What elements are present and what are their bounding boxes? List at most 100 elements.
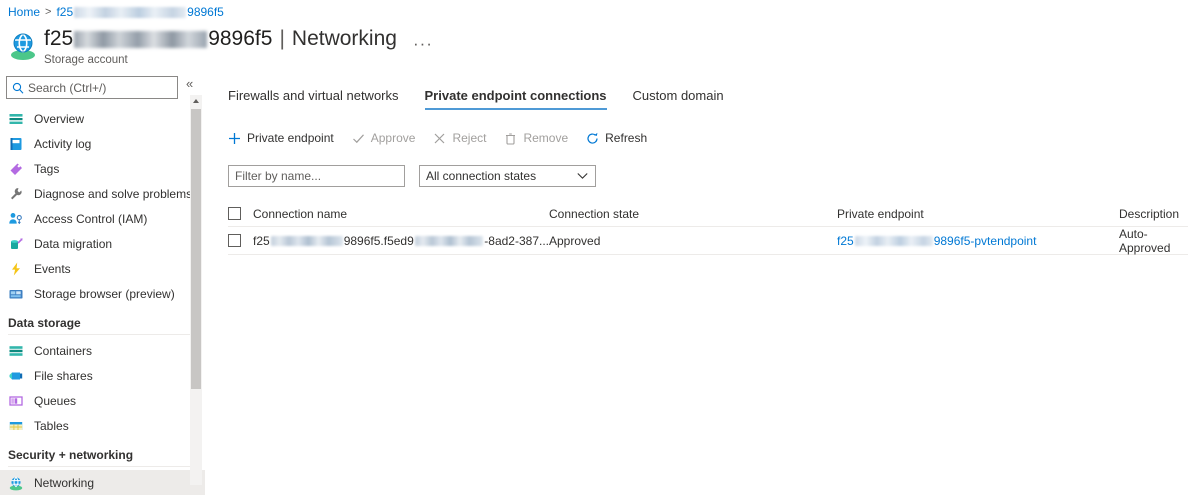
tags-icon: [8, 161, 24, 177]
private-endpoint-suffix: 9896f5-pvtendpoint: [933, 233, 1037, 248]
plus-icon: [228, 132, 241, 145]
reject-button[interactable]: Reject: [433, 131, 486, 145]
page-title-prefix: f25: [44, 27, 74, 50]
azure-portal-page: Home > f25 9896f5 f25 9896f5 | Networking …: [0, 0, 1200, 503]
x-icon: [433, 132, 446, 145]
tab-custom-domain[interactable]: Custom domain: [633, 88, 724, 110]
page-title-suffix: 9896f5: [208, 27, 273, 50]
toolbar-label: Approve: [370, 131, 416, 145]
sidebar-item-access-control-iam[interactable]: Access Control (IAM): [0, 206, 205, 231]
sidebar: Overview Activity log: [0, 72, 205, 503]
filter-by-name-input[interactable]: [228, 165, 405, 187]
private-endpoint-button[interactable]: Private endpoint: [228, 131, 334, 145]
sidebar-item-label: Queues: [34, 393, 77, 408]
redacted-text: [270, 235, 343, 246]
breadcrumb: Home > f25 9896f5: [8, 5, 224, 19]
sidebar-item-diagnose-and-solve-problems[interactable]: Diagnose and solve problems: [0, 181, 205, 206]
sidebar-item-label: Tags: [34, 161, 60, 176]
storage-account-icon: [8, 30, 38, 60]
toolbar-label: Refresh: [605, 131, 648, 145]
sidebar-item-label: File shares: [34, 368, 93, 383]
sidebar-item-events[interactable]: Events: [0, 256, 205, 281]
sidebar-item-data-migration[interactable]: Data migration: [0, 231, 205, 256]
scroll-up-button[interactable]: [190, 95, 202, 107]
sidebar-group-title: Security + networking: [8, 448, 134, 462]
diagnose-icon: [8, 186, 24, 202]
select-all-checkbox[interactable]: [228, 207, 241, 220]
column-header-description[interactable]: Description: [1119, 207, 1188, 221]
sidebar-item-containers[interactable]: Containers: [0, 338, 205, 363]
sidebar-item-storage-browser[interactable]: Storage browser (preview): [0, 281, 205, 306]
private-endpoint-connections-table: Connection name Connection state Private…: [228, 201, 1188, 255]
overview-icon: [8, 111, 24, 127]
divider: [8, 334, 195, 335]
scrollbar-thumb[interactable]: [191, 109, 201, 389]
queues-icon: [8, 393, 24, 409]
collapse-sidebar-button[interactable]: «: [186, 76, 193, 91]
trash-icon: [504, 132, 517, 145]
sidebar-item-label: Access Control (IAM): [34, 211, 148, 226]
cell-description: Auto-Approved: [1119, 226, 1171, 255]
sidebar-item-activity-log[interactable]: Activity log: [0, 131, 205, 156]
connection-name-prefix: f25: [253, 233, 270, 248]
tab-bar: Firewalls and virtual networks Private e…: [228, 82, 1200, 110]
search-input[interactable]: [28, 80, 166, 95]
sidebar-search[interactable]: [6, 76, 178, 99]
search-icon: [7, 82, 24, 94]
sidebar-item-tables[interactable]: Tables: [0, 413, 205, 438]
column-header-connection-state[interactable]: Connection state: [549, 207, 837, 221]
refresh-icon: [586, 132, 599, 145]
private-endpoint-link[interactable]: f25 9896f5-pvtendpoint: [837, 234, 1036, 248]
connection-state-selected-value: All connection states: [426, 169, 537, 183]
page-header: f25 9896f5 | Networking ··· Storage accou…: [8, 26, 433, 66]
sidebar-item-tags[interactable]: Tags: [0, 156, 205, 181]
sidebar-item-queues[interactable]: Queues: [0, 388, 205, 413]
tab-label: Custom domain: [632, 88, 724, 103]
tab-label: Firewalls and virtual networks: [228, 88, 399, 103]
sidebar-scrollbar[interactable]: [190, 95, 202, 485]
column-header-connection-name[interactable]: Connection name: [253, 207, 549, 221]
sidebar-item-networking[interactable]: Networking: [0, 470, 205, 495]
column-header-private-endpoint[interactable]: Private endpoint: [837, 207, 1119, 221]
row-checkbox[interactable]: [228, 234, 241, 247]
cell-private-endpoint: f25 9896f5-pvtendpoint: [837, 234, 1119, 248]
activity-log-icon: [8, 136, 24, 152]
sidebar-item-label: Activity log: [34, 136, 92, 151]
storage-browser-icon: [8, 286, 24, 302]
filter-bar: All connection states: [228, 165, 1200, 187]
divider: [8, 466, 195, 467]
sidebar-item-label: Diagnose and solve problems: [34, 186, 193, 201]
command-bar: Private endpoint Approve Reject Remove R…: [228, 128, 1200, 148]
check-icon: [352, 132, 365, 145]
breadcrumb-resource-prefix: f25: [56, 5, 74, 19]
sidebar-item-label: Tables: [34, 418, 69, 433]
table-row[interactable]: f25 9896f5.f5ed9 -8ad2-387... Approved f25…: [228, 227, 1188, 255]
private-endpoint-prefix: f25: [837, 233, 854, 248]
remove-button[interactable]: Remove: [504, 131, 568, 145]
sidebar-item-overview[interactable]: Overview: [0, 106, 205, 131]
chevron-down-icon: [577, 173, 588, 180]
tab-private-endpoint-connections[interactable]: Private endpoint connections: [424, 88, 607, 110]
refresh-button[interactable]: Refresh: [586, 131, 647, 145]
approve-button[interactable]: Approve: [352, 131, 416, 145]
networking-icon: [8, 475, 24, 491]
data-migration-icon: [8, 236, 24, 252]
more-options-button[interactable]: ···: [413, 35, 433, 52]
breadcrumb-resource[interactable]: f25 9896f5: [56, 5, 223, 19]
sidebar-item-file-shares[interactable]: File shares: [0, 363, 205, 388]
toolbar-label: Remove: [523, 131, 569, 145]
tables-icon: [8, 418, 24, 434]
sidebar-group-title: Data storage: [8, 316, 81, 330]
main-content: Firewalls and virtual networks Private e…: [228, 82, 1200, 255]
redacted-text: [414, 235, 484, 246]
breadcrumb-separator: >: [45, 6, 52, 18]
file-shares-icon: [8, 368, 24, 384]
table-header-row: Connection name Connection state Private…: [228, 201, 1188, 227]
access-control-icon: [8, 211, 24, 227]
redacted-text: [854, 236, 933, 247]
tab-firewalls-and-virtual-networks[interactable]: Firewalls and virtual networks: [228, 88, 399, 110]
connection-state-select[interactable]: All connection states: [419, 165, 596, 187]
page-title: f25 9896f5 | Networking ···: [44, 26, 433, 52]
breadcrumb-home[interactable]: Home: [8, 5, 40, 19]
sidebar-nav-list: Overview Activity log Tags Diagnose and …: [0, 106, 205, 495]
